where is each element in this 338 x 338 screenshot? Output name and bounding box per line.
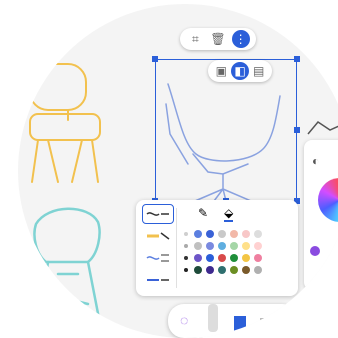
resize-handle-tr[interactable] [294,56,300,62]
color-swatch[interactable] [206,254,214,262]
color-swatch[interactable] [206,242,214,250]
trash-icon[interactable]: 🗑 [209,30,227,48]
color-swatch[interactable] [230,266,238,274]
copy-icon[interactable]: ▣ [212,62,230,80]
fill-icon[interactable]: ⬙ [224,206,234,222]
color-swatch[interactable] [230,242,238,250]
color-swatch[interactable] [184,268,188,272]
palette-tabs: ✎ ⬙ [198,206,234,222]
pen-icon[interactable]: ✎ [198,206,208,222]
color-swatch[interactable] [194,230,202,238]
color-wheel[interactable] [318,178,338,222]
stroke-marker-icon [147,279,169,281]
color-row [182,254,292,262]
more-icon[interactable]: ⋮ [231,30,250,48]
app-window: ⌗ 🗑 ⋮ ▣ ◧ ▤ ✎ ⬙ ◐ ◌ [0,0,338,338]
color-swatch[interactable] [254,242,262,250]
layers-icon[interactable]: ▤ [250,62,268,80]
color-swatch[interactable] [194,254,202,262]
brush-icon[interactable] [208,304,218,332]
color-row [182,266,292,274]
color-swatch[interactable] [242,254,250,262]
stroke-option-thin[interactable] [142,204,174,224]
palette-divider [176,208,177,288]
color-swatch[interactable] [254,230,262,238]
stroke-medium-icon [147,232,170,240]
stroke-wavy-icon [146,254,169,262]
stroke-list [142,204,174,292]
color-swatch[interactable] [206,230,214,238]
color-swatch[interactable] [254,266,262,274]
resize-handle-r[interactable] [294,127,300,133]
marker-icon[interactable] [234,316,246,336]
color-swatch[interactable] [194,242,202,250]
color-swatch[interactable] [242,266,250,274]
palette-icon[interactable]: ◐ [312,154,319,168]
color-swatch[interactable] [184,232,188,236]
color-swatch[interactable] [254,254,262,262]
color-swatch[interactable] [194,266,202,274]
color-swatch[interactable] [206,266,214,274]
color-grid [182,230,292,278]
more-tools-icon[interactable] [260,318,270,336]
color-palette-panel: ✎ ⬙ [136,200,298,296]
stroke-thin-icon [146,212,169,216]
lasso-icon[interactable]: ◌ [180,312,188,328]
duplicate-icon[interactable]: ◧ [230,62,249,80]
resize-handle-tl[interactable] [152,56,158,62]
color-swatch[interactable] [230,254,238,262]
color-swatch[interactable] [218,242,226,250]
color-swatch[interactable] [218,230,226,238]
color-swatch[interactable] [184,244,188,248]
selection-toolbar: ▣ ◧ ▤ [208,60,272,82]
color-row [182,230,292,238]
yellow-chair-drawing[interactable] [29,63,101,183]
bottom-tool-bar: ◌ [168,304,298,338]
color-row [182,242,292,250]
stroke-option-wavy[interactable] [142,248,174,268]
stroke-option-medium[interactable] [142,226,174,246]
current-color-dot[interactable] [310,246,320,256]
color-swatch[interactable] [184,256,188,260]
stroke-option-marker[interactable] [142,270,174,290]
color-swatch[interactable] [218,254,226,262]
crop-icon[interactable]: ⌗ [186,30,204,48]
zoom-lens: ⌗ 🗑 ⋮ ▣ ◧ ▤ ✎ ⬙ ◐ ◌ [18,4,338,338]
color-swatch[interactable] [230,230,238,238]
right-side-panel: ◐ [304,140,338,290]
teal-chair-drawing[interactable] [33,207,104,336]
color-swatch[interactable] [242,230,250,238]
top-toolbar: ⌗ 🗑 ⋮ [180,28,256,50]
color-swatch[interactable] [242,242,250,250]
color-swatch[interactable] [218,266,226,274]
